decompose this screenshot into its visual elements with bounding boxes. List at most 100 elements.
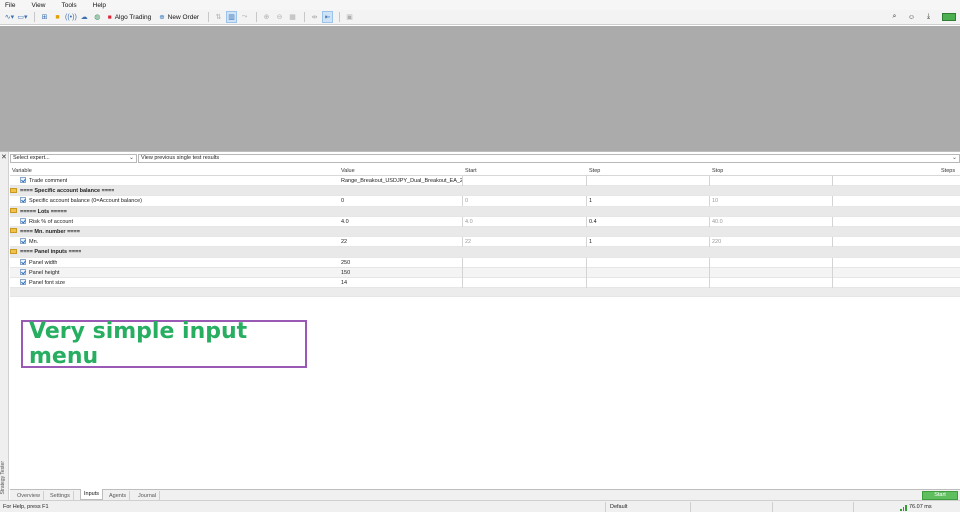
value-cell[interactable]: 150: [341, 268, 462, 278]
start-cell[interactable]: [462, 176, 586, 186]
start-cell[interactable]: 0: [462, 196, 586, 207]
signal-icon[interactable]: ((•)): [65, 11, 77, 23]
steps-cell[interactable]: [832, 216, 960, 227]
input-row[interactable]: Panel font size 14: [10, 277, 960, 289]
status-divider: [690, 502, 691, 512]
chart-type-icon[interactable]: ∿▾: [4, 11, 15, 23]
group-row[interactable]: ==== Mn. number ====: [10, 226, 960, 238]
input-row[interactable]: Mn. 22 22 1 220: [10, 237, 960, 248]
start-cell[interactable]: 4.0: [462, 216, 586, 227]
bar-chart-icon[interactable]: ⇅: [213, 11, 224, 23]
variable-name: Risk % of account: [29, 218, 74, 225]
stop-cell[interactable]: 40.0: [709, 216, 832, 227]
lock-icon[interactable]: ■: [52, 11, 63, 23]
grid-rows: Trade comment Range_Breakout_USDJPY_Dual_…: [10, 176, 960, 289]
results-select[interactable]: View previous single test results ⌄: [138, 154, 960, 163]
value-cell[interactable]: 22: [341, 237, 462, 247]
step-cell[interactable]: 1: [586, 237, 709, 248]
menu-tools[interactable]: Tools: [61, 2, 76, 9]
zoom-out-icon[interactable]: ⊖: [274, 11, 285, 23]
steps-cell[interactable]: [832, 277, 960, 288]
step-cell[interactable]: [586, 176, 709, 186]
value-cell[interactable]: 250: [341, 258, 462, 268]
algo-trading-button[interactable]: ■ Algo Trading: [105, 11, 154, 23]
input-row[interactable]: Panel width 250: [10, 257, 960, 268]
tile-icon[interactable]: ▦: [287, 11, 298, 23]
step-cell[interactable]: [586, 257, 709, 268]
menu-view[interactable]: View: [31, 2, 45, 9]
step-cell[interactable]: 0.4: [586, 216, 709, 227]
checkbox[interactable]: [20, 268, 26, 275]
group-row[interactable]: ===== Lots =====: [10, 206, 960, 217]
expert-select[interactable]: Select expert... ⌄: [10, 154, 137, 163]
search-icon[interactable]: ⌕: [889, 11, 900, 23]
checkbox[interactable]: [20, 258, 26, 265]
stop-cell[interactable]: 220: [709, 237, 832, 248]
stop-cell[interactable]: 10: [709, 196, 832, 207]
group-row[interactable]: ==== Panel inputs ====: [10, 247, 960, 258]
variable-cell: Trade comment: [20, 176, 67, 186]
new-order-button[interactable]: ⊕ New Order: [156, 11, 202, 23]
value-cell[interactable]: 0: [341, 196, 462, 206]
column-start[interactable]: Start: [465, 168, 477, 174]
checkbox[interactable]: [20, 217, 26, 224]
monitor-icon[interactable]: ▭▾: [17, 11, 28, 23]
steps-cell[interactable]: [832, 196, 960, 207]
stop-cell[interactable]: [709, 267, 832, 278]
steps-cell[interactable]: [832, 176, 960, 186]
zoom-in-icon[interactable]: ⊕: [261, 11, 272, 23]
input-row[interactable]: Risk % of account 4.0 4.0 0.4 40.0: [10, 216, 960, 227]
download-icon[interactable]: ⤓: [923, 11, 934, 23]
value-cell[interactable]: 4.0: [341, 217, 462, 227]
step-cell[interactable]: [586, 277, 709, 288]
tab-inputs[interactable]: Inputs: [80, 489, 103, 500]
variable-cell: ==== Mn. number ====: [10, 227, 80, 237]
menu-help[interactable]: Help: [93, 2, 106, 9]
column-stop[interactable]: Stop: [712, 168, 723, 174]
checkbox[interactable]: [20, 238, 26, 245]
variable-cell: Specific account balance (0=Account bala…: [20, 196, 142, 206]
cloud-icon[interactable]: ☁: [79, 11, 90, 23]
start-cell[interactable]: 22: [462, 237, 586, 248]
input-row[interactable]: Trade comment Range_Breakout_USDJPY_Dual_…: [10, 176, 960, 187]
checkbox[interactable]: [20, 177, 26, 183]
column-variable[interactable]: Variable: [12, 168, 32, 174]
column-step[interactable]: Step: [589, 168, 600, 174]
globe-icon[interactable]: ◍: [92, 11, 103, 23]
value-cell[interactable]: 14: [341, 278, 462, 288]
value-cell[interactable]: Range_Breakout_USDJPY_Dual_Breakout_EA_2…: [341, 176, 462, 186]
scroll-icon[interactable]: ⇹: [309, 11, 320, 23]
navigator-icon[interactable]: ⊞: [39, 11, 50, 23]
stop-cell[interactable]: [709, 277, 832, 288]
step-cell[interactable]: [586, 267, 709, 278]
stop-icon: ■: [107, 13, 112, 21]
status-help: For Help, press F1: [3, 504, 49, 510]
signal-bars-icon: [900, 505, 907, 511]
checkbox[interactable]: [20, 278, 26, 285]
steps-cell[interactable]: [832, 257, 960, 268]
start-cell[interactable]: [462, 257, 586, 268]
variable-cell: Mn.: [20, 237, 38, 247]
close-icon[interactable]: ✕: [1, 153, 7, 161]
input-row[interactable]: Panel height 150: [10, 267, 960, 278]
checkbox[interactable]: [20, 197, 26, 204]
candle-chart-icon[interactable]: ▥: [226, 11, 238, 23]
column-value[interactable]: Value: [341, 168, 355, 174]
menu-file[interactable]: File: [5, 2, 15, 9]
start-cell[interactable]: [462, 277, 586, 288]
stop-cell[interactable]: [709, 257, 832, 268]
steps-cell[interactable]: [832, 267, 960, 278]
start-button[interactable]: Start: [922, 491, 958, 500]
account-icon[interactable]: ☺: [906, 11, 917, 23]
screenshot-icon[interactable]: ▣: [344, 11, 355, 23]
status-divider: [853, 502, 854, 512]
shift-icon[interactable]: ⇤: [322, 11, 334, 23]
group-row[interactable]: ==== Specific account balance ====: [10, 186, 960, 197]
step-cell[interactable]: 1: [586, 196, 709, 207]
start-cell[interactable]: [462, 267, 586, 278]
column-steps[interactable]: Steps: [941, 168, 955, 174]
stop-cell[interactable]: [709, 176, 832, 186]
input-row[interactable]: Specific account balance (0=Account bala…: [10, 196, 960, 207]
steps-cell[interactable]: [832, 237, 960, 248]
line-chart-icon[interactable]: ⤳: [239, 11, 250, 23]
